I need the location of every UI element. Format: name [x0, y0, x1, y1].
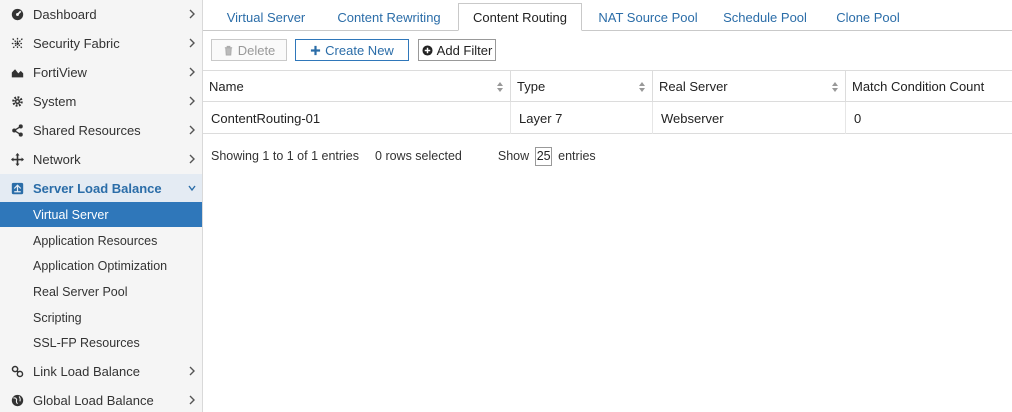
- sidebar-subitem-virtual-server[interactable]: Virtual Server: [0, 202, 202, 227]
- sort-icon: [638, 81, 646, 93]
- create-new-button-label: Create New: [325, 42, 394, 58]
- chevron-down-icon: [187, 182, 197, 194]
- sidebar-item-fortiview[interactable]: FortiView: [0, 58, 202, 87]
- toolbar: Delete Create New Add Filter: [203, 31, 1012, 71]
- tab-label: Virtual Server: [226, 10, 306, 25]
- sidebar-item-label: Server Load Balance: [33, 181, 162, 196]
- sidebar: Dashboard Security Fabric FortiView Syst…: [0, 0, 203, 412]
- sidebar-item-label: Network: [33, 152, 81, 167]
- network-icon: [10, 153, 24, 167]
- tab-label: Schedule Pool: [723, 10, 807, 25]
- selection-info: 0 rows selected: [375, 149, 462, 163]
- delete-button-label: Delete: [237, 42, 276, 58]
- table-header: Name Type Real Server Match Condition Co…: [203, 71, 1012, 102]
- link-icon: [10, 365, 24, 379]
- sidebar-subitem-scripting[interactable]: Scripting: [0, 305, 202, 330]
- sidebar-item-network[interactable]: Network: [0, 145, 202, 174]
- main-content: Virtual Server Content Rewriting Content…: [203, 0, 1012, 412]
- tab-label: Content Rewriting: [337, 10, 441, 25]
- sidebar-item-label: System: [33, 94, 77, 109]
- entries-info: Showing 1 to 1 of 1 entries: [211, 149, 360, 163]
- sidebar-item-global-load-balance[interactable]: Global Load Balance: [0, 386, 202, 412]
- sidebar-item-dashboard[interactable]: Dashboard: [0, 0, 202, 29]
- table-footer: Showing 1 to 1 of 1 entries 0 rows selec…: [211, 146, 911, 166]
- sidebar-subitem-label: Real Server Pool: [33, 284, 128, 299]
- sidebar-subitem-label: Application Optimization: [33, 258, 168, 273]
- column-header-label: Type: [517, 79, 546, 94]
- tab-clone-pool[interactable]: Clone Pool: [833, 4, 903, 31]
- plus-circle-icon: [422, 44, 433, 56]
- tab-nat-source-pool[interactable]: NAT Source Pool: [593, 4, 703, 31]
- chevron-right-icon: [187, 8, 197, 20]
- sidebar-item-label: FortiView: [33, 65, 87, 80]
- tab-label: NAT Source Pool: [598, 10, 698, 25]
- page-size-select[interactable]: 25: [535, 146, 553, 166]
- tab-schedule-pool[interactable]: Schedule Pool: [720, 4, 810, 31]
- chevron-right-icon: [187, 365, 197, 377]
- tab-label: Clone Pool: [836, 10, 900, 25]
- fortiview-icon: [10, 66, 24, 80]
- cell-name: ContentRouting-01: [203, 102, 511, 134]
- sort-icon: [831, 81, 839, 93]
- sidebar-item-label: Dashboard: [33, 7, 97, 22]
- add-filter-button[interactable]: Add Filter: [418, 39, 496, 61]
- column-header-match-condition-count[interactable]: Match Condition Count: [846, 71, 1012, 102]
- tab-content-routing[interactable]: Content Routing: [458, 3, 582, 31]
- column-header-label: Match Condition Count: [852, 79, 985, 94]
- sidebar-subitem-label: SSL-FP Resources: [33, 335, 140, 350]
- sidebar-item-label: Security Fabric: [33, 36, 120, 51]
- chevron-right-icon: [187, 124, 197, 136]
- sidebar-subitem-real-server-pool[interactable]: Real Server Pool: [0, 279, 202, 304]
- sidebar-item-label: Shared Resources: [33, 123, 141, 138]
- cell-type: Layer 7: [511, 102, 653, 134]
- sidebar-subitem-ssl-fp-resources[interactable]: SSL-FP Resources: [0, 330, 202, 355]
- delete-button[interactable]: Delete: [211, 39, 287, 61]
- sidebar-item-system[interactable]: System: [0, 87, 202, 116]
- chevron-right-icon: [187, 95, 197, 107]
- add-filter-button-label: Add Filter: [436, 42, 493, 58]
- dashboard-icon: [10, 8, 24, 22]
- chevron-right-icon: [187, 153, 197, 165]
- globe-icon: [10, 394, 24, 408]
- cell-match-condition-count: 0: [854, 110, 862, 126]
- sort-icon: [496, 81, 504, 93]
- sidebar-subitem-label: Virtual Server: [33, 207, 109, 222]
- chevron-right-icon: [187, 37, 197, 49]
- sidebar-item-security-fabric[interactable]: Security Fabric: [0, 29, 202, 58]
- create-new-button[interactable]: Create New: [295, 39, 409, 61]
- chevron-right-icon: [187, 394, 197, 406]
- sidebar-subitem-label: Application Resources: [33, 233, 158, 248]
- tab-bar: Virtual Server Content Rewriting Content…: [203, 0, 1012, 31]
- cell-real-server: Webserver: [653, 102, 846, 134]
- show-label: Show: [497, 149, 530, 163]
- plus-icon: [311, 45, 321, 55]
- sidebar-item-link-load-balance[interactable]: Link Load Balance: [0, 357, 202, 386]
- tab-content-rewriting[interactable]: Content Rewriting: [329, 4, 449, 31]
- column-header-label: Name: [209, 79, 244, 94]
- sidebar-subitem-application-optimization[interactable]: Application Optimization: [0, 253, 202, 278]
- column-header-label: Real Server: [659, 79, 728, 94]
- sidebar-item-label: Link Load Balance: [33, 364, 140, 379]
- sidebar-item-server-load-balance[interactable]: Server Load Balance: [0, 174, 202, 203]
- column-header-name[interactable]: Name: [203, 71, 511, 102]
- tab-virtual-server[interactable]: Virtual Server: [217, 4, 315, 31]
- sidebar-item-shared-resources[interactable]: Shared Resources: [0, 116, 202, 145]
- entries-label: entries: [558, 149, 596, 163]
- server-load-balance-icon: [10, 182, 24, 196]
- column-header-type[interactable]: Type: [511, 71, 653, 102]
- trash-icon: [224, 45, 232, 56]
- sidebar-item-label: Global Load Balance: [33, 393, 154, 408]
- tab-label: Content Routing: [473, 9, 567, 25]
- gear-icon: [10, 95, 24, 109]
- column-header-real-server[interactable]: Real Server: [653, 71, 846, 102]
- sidebar-subitem-label: Scripting: [33, 310, 82, 325]
- sidebar-subitem-application-resources[interactable]: Application Resources: [0, 228, 202, 253]
- share-icon: [10, 124, 24, 138]
- chevron-right-icon: [187, 66, 197, 78]
- security-fabric-icon: [10, 37, 24, 51]
- table-row[interactable]: ContentRouting-01 Layer 7 Webserver 0: [203, 102, 1012, 134]
